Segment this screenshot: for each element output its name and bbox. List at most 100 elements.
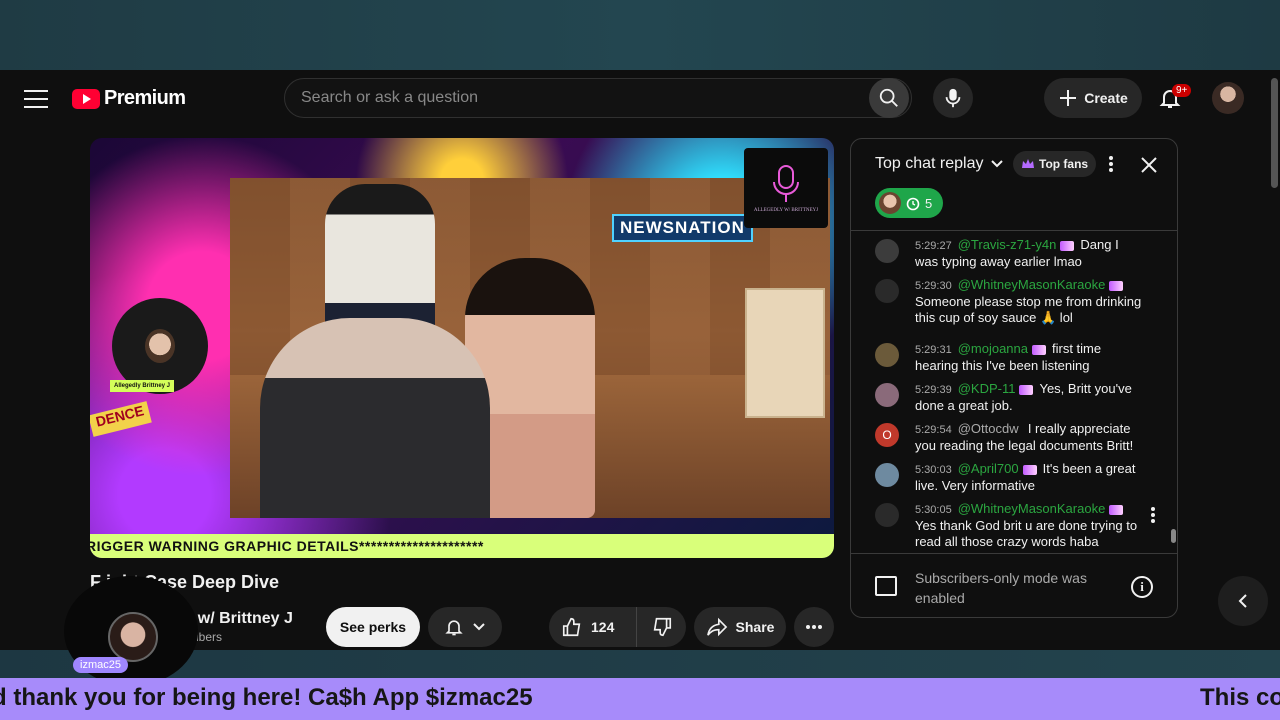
author-avatar <box>875 343 899 367</box>
chevron-down-icon <box>990 160 1003 168</box>
newsnation-watermark: NEWSNATION <box>612 214 753 242</box>
message-time: 5:29:27 <box>915 240 952 252</box>
create-button[interactable]: Create <box>1044 78 1142 118</box>
chat-message-body: 5:29:39 @KDP-11 Yes, Britt you've done a g… <box>915 381 1145 414</box>
streamer-avatar <box>108 612 158 662</box>
chat-message-body: 5:29:30 @WhitneyMasonKaraoke Someone pleas… <box>915 277 1145 326</box>
message-options-button[interactable] <box>1151 507 1155 523</box>
thumbs-down-icon <box>653 617 671 637</box>
chat-message[interactable]: 5:29:39 @KDP-11 Yes, Britt you've done a g… <box>875 381 1145 414</box>
page-scrollbar-thumb[interactable] <box>1271 78 1278 188</box>
evidence-sticker: DENCE <box>90 401 152 437</box>
message-text: Someone please stop me from drinking thi… <box>915 294 1142 325</box>
voice-search-button[interactable] <box>933 78 973 118</box>
message-time: 5:30:03 <box>915 464 952 476</box>
chat-mode-label: Top chat replay <box>875 155 984 172</box>
live-chat-panel: Top chat replay Top fans 5 5:29:27 @Trav… <box>850 138 1178 618</box>
reactions-chip[interactable]: 5 <box>875 188 943 218</box>
stream-overlay-top-band <box>0 0 1280 70</box>
podcast-mic-icon <box>773 164 799 202</box>
chat-message[interactable]: 5:29:31 @mojoanna first time hearing this … <box>875 341 1145 374</box>
info-icon[interactable]: i <box>1131 576 1153 598</box>
member-badge-icon <box>1019 384 1034 395</box>
expand-sidebar-button[interactable] <box>1218 576 1268 626</box>
top-fans-label: Top fans <box>1039 157 1089 171</box>
author-avatar <box>875 383 899 407</box>
microphone-icon <box>945 88 961 108</box>
bell-icon <box>445 620 463 636</box>
like-dislike-group: 124 <box>549 607 686 647</box>
video-player[interactable]: NEWSNATION ALLEGEDLY W/ BRITTNEYJ Allege… <box>90 138 834 558</box>
streamer-name-tag: izmac25 <box>73 657 128 673</box>
chat-message-body: 5:30:05 @WhitneyMasonKaraoke Yes thank God… <box>915 501 1145 550</box>
see-perks-button[interactable]: See perks <box>326 607 420 647</box>
chat-message[interactable]: 5:30:05 @WhitneyMasonKaraoke Yes thank God… <box>875 501 1145 550</box>
scrolling-banner: d thank you for being here! Ca$h App $iz… <box>0 678 1280 720</box>
youtube-window: Premium Create 9+ NEWSNATION ALLEGEDLY W… <box>0 70 1280 650</box>
author-avatar <box>875 503 899 527</box>
banner-text: d thank you for being here! Ca$h App $iz… <box>0 684 533 711</box>
share-button[interactable]: Share <box>694 607 786 647</box>
message-time: 5:29:30 <box>915 280 952 292</box>
reaction-avatar <box>879 192 901 214</box>
chat-options-button[interactable] <box>1099 151 1123 177</box>
top-fans-chip[interactable]: Top fans <box>1013 151 1097 177</box>
chat-header: Top chat replay Top fans 5 <box>851 139 1177 231</box>
chat-message-body: 5:29:31 @mojoanna first time hearing this … <box>915 341 1145 374</box>
subscribers-only-message: Subscribers-only mode was enabled <box>915 570 1087 606</box>
account-avatar[interactable] <box>1212 82 1244 114</box>
member-badge-icon <box>1109 280 1124 291</box>
chat-scrollbar-thumb[interactable] <box>1171 529 1176 543</box>
thumbs-up-icon <box>562 617 581 637</box>
chat-message[interactable]: 5:30:03 @April700 It's been a great live. … <box>875 461 1145 494</box>
video-frame: NEWSNATION <box>230 178 830 518</box>
logo-caption: ALLEGEDLY W/ BRITTNEYJ <box>753 207 819 213</box>
channel-logo: ALLEGEDLY W/ BRITTNEYJ <box>744 148 828 228</box>
chat-mode-dropdown[interactable]: Top chat replay <box>875 155 1004 173</box>
chat-message[interactable]: O 5:29:54 @Ottocdw I really appreciate yo… <box>875 421 1145 454</box>
member-badge-icon <box>1109 504 1124 515</box>
more-horizontal-icon <box>806 625 822 629</box>
like-button[interactable]: 124 <box>549 607 637 647</box>
like-count: 124 <box>591 619 615 635</box>
chat-message[interactable]: 5:29:30 @WhitneyMasonKaraoke Someone pleas… <box>875 277 1145 326</box>
more-vertical-icon <box>1109 156 1113 172</box>
create-label: Create <box>1084 90 1128 106</box>
evidence-box <box>745 288 825 418</box>
message-time: 5:29:31 <box>915 344 952 356</box>
stream-overlay-bottom-band <box>0 650 1280 678</box>
message-author: @KDP-11 <box>957 381 1016 396</box>
member-badge-icon <box>1060 240 1075 251</box>
subscribers-only-icon <box>875 576 897 596</box>
subscription-bell-button[interactable] <box>428 607 502 647</box>
message-author: @Travis-z71-y4n <box>957 237 1057 252</box>
attorney-figure <box>260 318 490 518</box>
message-author: @April700 <box>957 461 1019 476</box>
ticker-text: RIGGER WARNING GRAPHIC DETAILS**********… <box>90 538 484 554</box>
more-actions-button[interactable] <box>794 607 834 647</box>
search-bar <box>284 78 912 118</box>
message-time: 5:29:54 <box>915 424 952 436</box>
search-icon <box>879 88 898 107</box>
chat-footer: Subscribers-only mode was enabled i <box>851 553 1177 617</box>
logo-text: Premium <box>104 87 186 109</box>
chat-message-body: 5:29:27 @Travis-z71-y4n Dang I was typing … <box>915 237 1145 270</box>
author-avatar <box>875 279 899 303</box>
author-avatar <box>875 463 899 487</box>
search-input[interactable] <box>285 89 869 107</box>
message-author: @Ottocdw <box>957 421 1019 436</box>
search-button[interactable] <box>869 78 909 118</box>
dislike-button[interactable] <box>637 607 686 647</box>
warning-ticker: RIGGER WARNING GRAPHIC DETAILS**********… <box>90 534 834 558</box>
chat-scrollbar[interactable] <box>1169 231 1175 551</box>
message-author: @WhitneyMasonKaraoke <box>957 277 1106 292</box>
chat-close-button[interactable] <box>1135 151 1163 179</box>
youtube-logo[interactable]: Premium <box>72 87 186 110</box>
share-icon <box>706 617 727 637</box>
menu-icon[interactable] <box>24 90 48 108</box>
message-text: Yes thank God brit u are done trying to … <box>915 518 1138 549</box>
chat-message[interactable]: 5:29:27 @Travis-z71-y4n Dang I was typing … <box>875 237 1145 270</box>
member-badge-icon <box>1032 344 1046 355</box>
chat-message-list: 5:29:27 @Travis-z71-y4n Dang I was typing … <box>851 231 1177 551</box>
chat-message-body: 5:30:03 @April700 It's been a great live. … <box>915 461 1145 494</box>
